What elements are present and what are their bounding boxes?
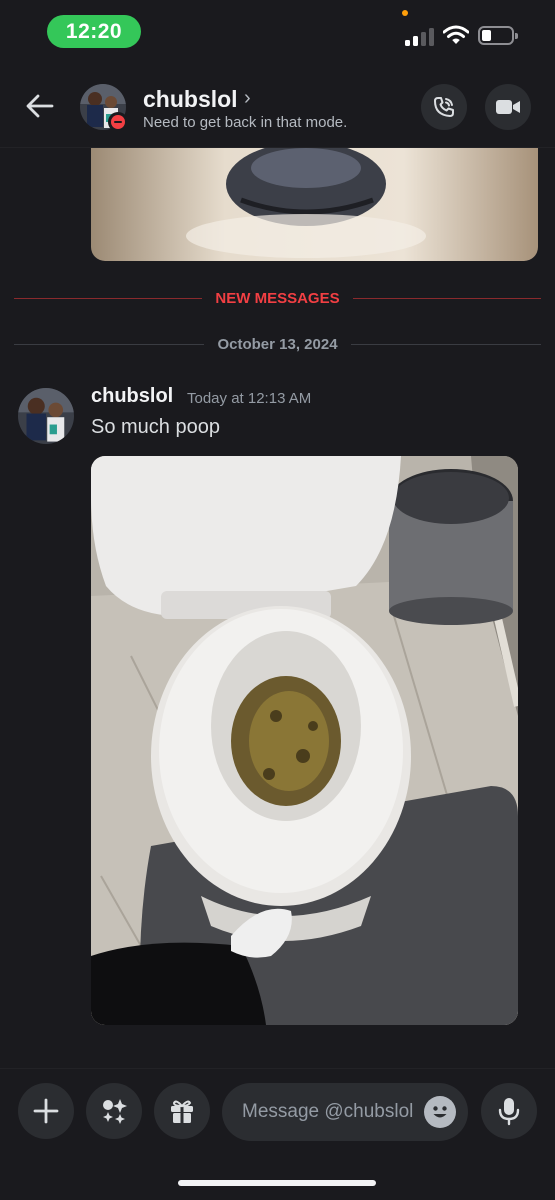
- image-attachment[interactable]: [91, 456, 518, 1025]
- apps-sparkle-icon: [103, 1099, 127, 1124]
- video-call-button[interactable]: [485, 84, 531, 130]
- privacy-indicator-dot: [402, 10, 408, 16]
- message-text: So much poop: [91, 416, 220, 438]
- custom-status: Need to get back in that mode.: [143, 114, 348, 131]
- message-input[interactable]: Message @chubslol: [222, 1083, 468, 1141]
- new-messages-divider: NEW MESSAGES: [14, 288, 541, 308]
- home-indicator[interactable]: [178, 1180, 376, 1186]
- emoji-icon: [433, 1106, 447, 1118]
- plus-icon: [33, 1098, 59, 1124]
- date-label: October 13, 2024: [217, 335, 338, 353]
- voice-call-icon: [434, 97, 454, 117]
- gift-button[interactable]: [154, 1083, 210, 1139]
- apps-button[interactable]: [86, 1083, 142, 1139]
- add-attachment-button[interactable]: [18, 1083, 74, 1139]
- back-button[interactable]: [22, 88, 58, 124]
- message-author[interactable]: chubslol: [91, 385, 173, 408]
- dnd-status-icon: [108, 112, 128, 132]
- previous-image-attachment[interactable]: [91, 148, 538, 261]
- microphone-icon: [498, 1098, 520, 1126]
- status-bar: 12:20: [0, 0, 555, 60]
- new-messages-label: NEW MESSAGES: [215, 289, 340, 307]
- date-divider: October 13, 2024: [14, 334, 542, 354]
- back-arrow-icon: [26, 94, 54, 118]
- dm-header: chubslol › Need to get back in that mode…: [0, 62, 555, 148]
- wifi-icon: [443, 25, 469, 44]
- chevron-right-icon[interactable]: ›: [244, 87, 251, 110]
- message-avatar[interactable]: [18, 388, 74, 444]
- message-timestamp: Today at 12:13 AM: [187, 390, 312, 407]
- battery-icon: [478, 26, 518, 45]
- status-time: 12:20: [47, 15, 141, 48]
- message-input-placeholder: Message @chubslol: [242, 1101, 414, 1122]
- video-call-icon: [496, 100, 520, 114]
- voice-call-button[interactable]: [421, 84, 467, 130]
- cellular-signal-icon: [405, 28, 435, 46]
- header-username[interactable]: chubslol: [143, 86, 238, 113]
- gift-icon: [171, 1100, 193, 1123]
- emoji-button[interactable]: [424, 1096, 456, 1128]
- voice-message-button[interactable]: [481, 1083, 537, 1139]
